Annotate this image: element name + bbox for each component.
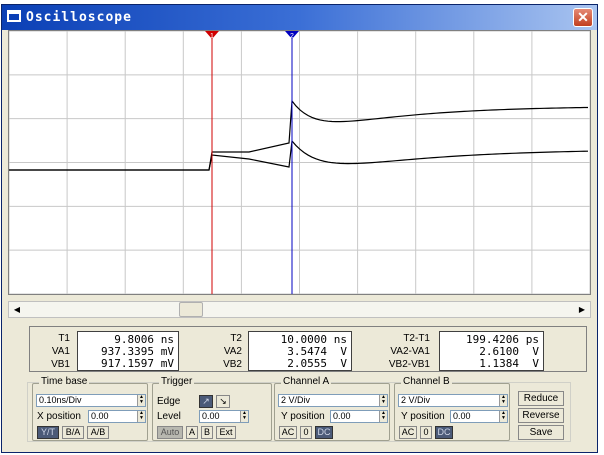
channel-b-title: Channel B xyxy=(401,376,452,387)
scroll-right-icon[interactable]: ▶ xyxy=(574,302,590,317)
control-panel: Time base 0.10ns/Div ▲ ▼ X position 0.00 … xyxy=(27,376,571,442)
channel-a-ypos-input[interactable]: 0.00 ▲ ▼ xyxy=(330,410,388,423)
waveform-screen: 1 2 xyxy=(9,31,590,294)
channel-a-title: Channel A xyxy=(281,376,332,387)
spin-icon[interactable]: ▲ ▼ xyxy=(240,411,248,422)
trigger-ext-button[interactable]: Ext xyxy=(216,426,236,439)
timebase-scale-select[interactable]: 0.10ns/Div ▲ ▼ xyxy=(36,394,146,407)
channel-a-dc-button[interactable]: DC xyxy=(315,426,333,439)
dva-label: VA2-VA1 xyxy=(390,346,430,357)
cursor-readout-panel: T1 VA1 VB1 9.8006 ns 937.3395 mV 917.1597 m… xyxy=(29,326,587,372)
vb1-value: 917.1597 xyxy=(101,357,154,370)
channel-a-ypos-value: 0.00 xyxy=(333,411,351,421)
scope-display: 1 2 xyxy=(8,30,591,295)
reduce-button[interactable]: Reduce xyxy=(518,391,564,406)
save-button[interactable]: Save xyxy=(518,425,564,440)
dt-label: T2-T1 xyxy=(403,333,430,344)
channel-a-ac-button[interactable]: AC xyxy=(279,426,297,439)
channel-b-ac-button[interactable]: AC xyxy=(399,426,417,439)
timebase-group: Time base 0.10ns/Div ▲ ▼ X position 0.00 … xyxy=(32,376,148,441)
trigger-a-button[interactable]: A xyxy=(186,426,198,439)
dvb-unit: V xyxy=(532,357,539,370)
horizontal-scrollbar[interactable]: ◀ ▶ xyxy=(8,301,591,318)
va1-label: VA1 xyxy=(51,346,70,357)
trigger-b-button[interactable]: B xyxy=(201,426,213,439)
cursor-1-handle[interactable]: 1 xyxy=(205,31,219,40)
graticule-grid xyxy=(9,31,590,294)
vb2-label: VB2 xyxy=(223,359,242,370)
channel-b-scale-select[interactable]: 2 V/Div ▲ ▼ xyxy=(398,394,508,407)
dvb-label: VB2-VB1 xyxy=(388,359,430,370)
level-label: Level xyxy=(157,411,181,422)
channel-b-zero-button[interactable]: 0 xyxy=(420,426,432,439)
mode-ba-button[interactable]: B/A xyxy=(62,426,84,439)
readout-box-2: 10.0000 ns 3.5474 V 2.0555 V xyxy=(248,331,352,371)
xpos-value: 0.00 xyxy=(91,411,109,421)
window-title: Oscilloscope xyxy=(26,10,132,25)
t2-label: T2 xyxy=(230,333,242,344)
mode-ab-button[interactable]: A/B xyxy=(87,426,109,439)
channel-a-scale-select[interactable]: 2 V/Div ▲ ▼ xyxy=(278,394,388,407)
spin-icon[interactable]: ▲ ▼ xyxy=(137,395,145,406)
channel-b-ypos-value: 0.00 xyxy=(453,411,471,421)
vb2-value: 2.0555 xyxy=(287,357,327,370)
channel-b-dc-button[interactable]: DC xyxy=(435,426,453,439)
close-button[interactable]: ✕ xyxy=(573,8,593,27)
channel-b-ypos-input[interactable]: 0.00 ▲ ▼ xyxy=(450,410,508,423)
vb1-label: VB1 xyxy=(51,359,70,370)
t1-label: T1 xyxy=(58,333,70,344)
vb2-unit: V xyxy=(340,357,347,370)
edge-falling-button[interactable]: ↘ xyxy=(216,395,230,408)
cursor-1-label: 1 xyxy=(210,33,214,40)
reverse-button[interactable]: Reverse xyxy=(518,408,564,423)
spin-icon[interactable]: ▲ ▼ xyxy=(499,411,507,422)
channel-a-scale-value: 2 V/Div xyxy=(281,395,311,405)
edge-label: Edge xyxy=(157,396,181,407)
channel-a-group: Channel A 2 V/Div ▲ ▼ Y position 0.00 ▲ ▼ … xyxy=(274,376,390,441)
vb1-unit: mV xyxy=(160,357,174,370)
timebase-title: Time base xyxy=(39,376,90,387)
edge-rising-button[interactable]: ↗ xyxy=(199,395,213,408)
readout-box-1: 9.8006 ns 937.3395 mV 917.1597 mV xyxy=(77,331,179,371)
trigger-level-value: 0.00 xyxy=(202,411,220,421)
spin-icon[interactable]: ▲ ▼ xyxy=(137,411,145,422)
cursor-2-label: 2 xyxy=(290,33,294,40)
channel-b-scale-value: 2 V/Div xyxy=(401,395,431,405)
channel-a-trace xyxy=(9,99,589,171)
va2-label: VA2 xyxy=(223,346,242,357)
mode-yt-button[interactable]: Y/T xyxy=(37,426,59,439)
window-icon xyxy=(7,10,21,22)
trigger-group: Trigger Edge ↗ ↘ Level 0.00 ▲ ▼ Auto A B … xyxy=(152,376,272,441)
scroll-left-icon[interactable]: ◀ xyxy=(9,302,25,317)
spin-icon[interactable]: ▲ ▼ xyxy=(499,395,507,406)
trigger-auto-button[interactable]: Auto xyxy=(157,426,183,439)
xpos-label: X position xyxy=(37,411,81,422)
scroll-thumb[interactable] xyxy=(179,302,203,317)
title-bar[interactable]: Oscilloscope ✕ xyxy=(2,5,597,30)
channel-b-ypos-label: Y position xyxy=(401,411,445,422)
readout-box-3: 199.4206 ps 2.6100 V 1.1384 V xyxy=(439,331,544,371)
timebase-scale-value: 0.10ns/Div xyxy=(39,395,82,405)
trigger-title: Trigger xyxy=(159,376,195,387)
channel-a-ypos-label: Y position xyxy=(281,411,325,422)
trigger-level-input[interactable]: 0.00 ▲ ▼ xyxy=(199,410,249,423)
channel-a-zero-button[interactable]: 0 xyxy=(300,426,312,439)
xpos-input[interactable]: 0.00 ▲ ▼ xyxy=(88,410,146,423)
channel-b-group: Channel B 2 V/Div ▲ ▼ Y position 0.00 ▲ ▼ … xyxy=(394,376,510,441)
spin-icon[interactable]: ▲ ▼ xyxy=(379,395,387,406)
channel-b-trace xyxy=(9,139,589,171)
spin-icon[interactable]: ▲ ▼ xyxy=(379,411,387,422)
dvb-value: 1.1384 xyxy=(479,357,519,370)
cursor-2-handle[interactable]: 2 xyxy=(285,31,299,40)
